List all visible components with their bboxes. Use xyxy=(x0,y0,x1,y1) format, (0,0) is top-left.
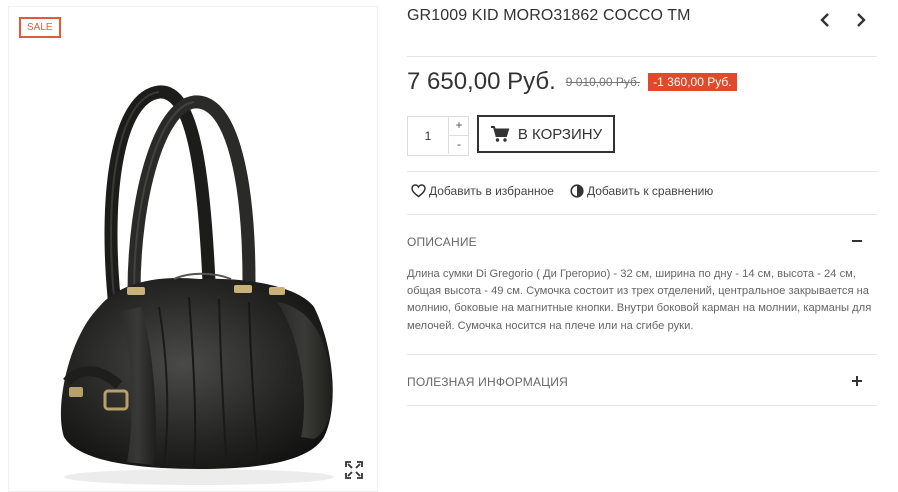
divider xyxy=(407,171,877,172)
product-image[interactable] xyxy=(9,7,377,491)
product-navigation xyxy=(817,10,869,30)
compare-label: Добавить к сравнению xyxy=(586,184,714,198)
sale-badge: SALE xyxy=(19,17,61,38)
discount-badge: -1 360,00 Руб. xyxy=(648,73,737,91)
compare-icon xyxy=(570,184,584,198)
description-accordion-header[interactable]: ОПИСАНИЕ xyxy=(407,233,877,253)
product-actions: Добавить в избранное Добавить к сравнени… xyxy=(411,184,713,198)
add-to-cart-label: В КОРЗИНУ xyxy=(517,125,603,143)
plus-icon[interactable] xyxy=(851,375,863,387)
price-row: 7 650,00 Руб. 9 010,00 Руб. -1 360,00 Ру… xyxy=(407,68,737,96)
description-text: Длина сумки Di Gregorio ( Ди Грегорио) -… xyxy=(407,268,872,332)
heart-icon xyxy=(411,184,426,198)
product-image-panel: SALE xyxy=(8,6,378,492)
useful-info-title: ПОЛЕЗНАЯ ИНФОРМАЦИЯ xyxy=(407,375,568,389)
divider xyxy=(407,56,877,57)
add-to-cart-button[interactable]: В КОРЗИНУ xyxy=(477,115,615,153)
chevron-right-icon[interactable] xyxy=(853,10,869,30)
useful-info-accordion-header[interactable]: ПОЛЕЗНАЯ ИНФОРМАЦИЯ xyxy=(407,373,877,393)
expand-icon[interactable] xyxy=(345,461,363,479)
add-to-wishlist-link[interactable]: Добавить в избранное xyxy=(411,184,554,198)
product-title: GR1009 KID MORO31862 COCCO TM xyxy=(407,7,691,24)
divider xyxy=(407,214,877,215)
quantity-increase-button[interactable]: + xyxy=(448,117,469,136)
current-price: 7 650,00 Руб. xyxy=(407,68,556,95)
divider xyxy=(407,405,877,406)
minus-icon[interactable] xyxy=(851,235,863,247)
quantity-decrease-button[interactable]: - xyxy=(448,136,469,154)
divider xyxy=(407,354,877,355)
add-to-compare-link[interactable]: Добавить к сравнению xyxy=(570,184,713,198)
old-price: 9 010,00 Руб. xyxy=(565,75,641,89)
description-title: ОПИСАНИЕ xyxy=(407,235,477,249)
cart-icon xyxy=(490,126,510,142)
quantity-stepper: 1 + - xyxy=(407,116,469,156)
chevron-left-icon[interactable] xyxy=(817,10,833,30)
quantity-input[interactable]: 1 xyxy=(408,117,448,155)
wishlist-label: Добавить в избранное xyxy=(429,184,554,198)
